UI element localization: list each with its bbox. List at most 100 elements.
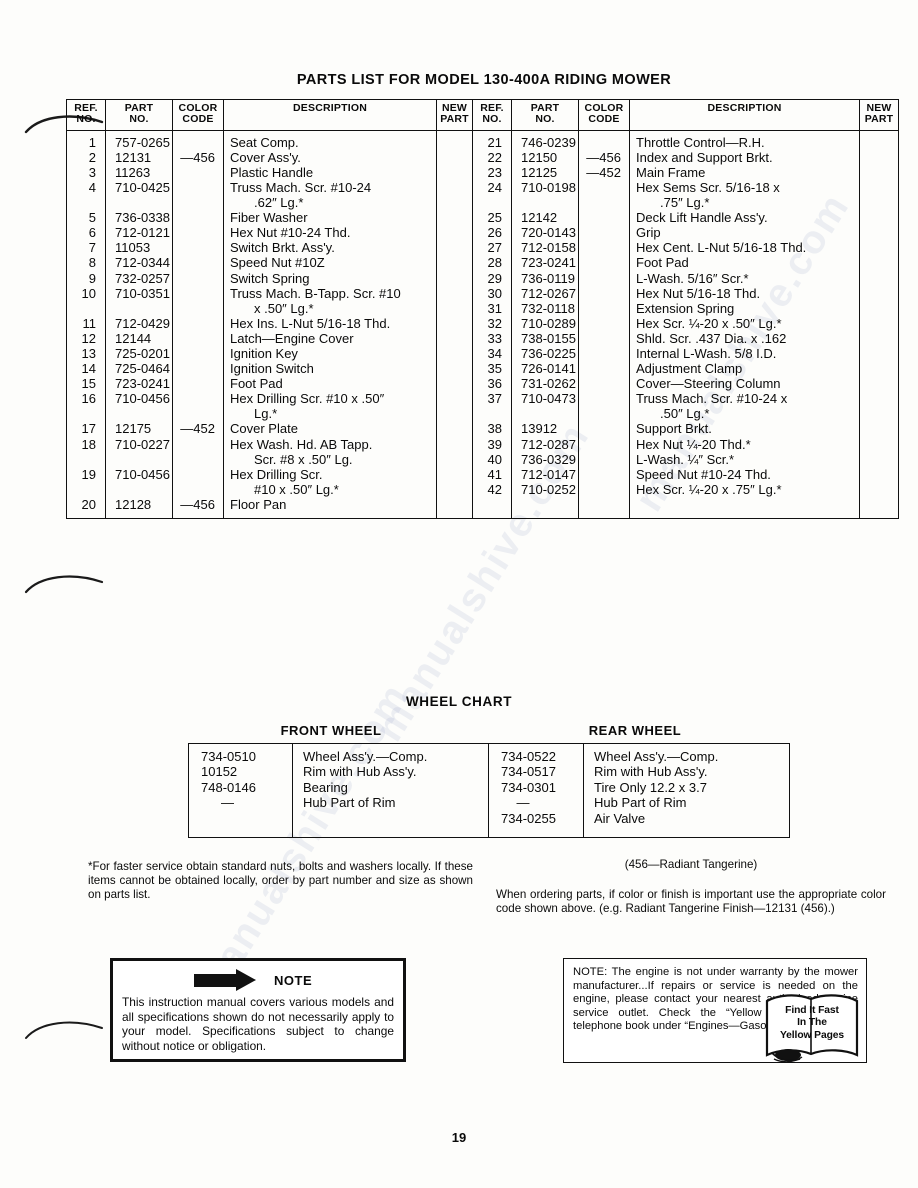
table-cell [437,165,472,180]
table-cell [173,301,223,316]
table-cell: 21 [487,134,502,150]
table-cell [579,271,629,286]
table-cell [106,452,172,467]
table-cell [579,301,629,316]
table-cell: 725-0201 [115,345,170,361]
table-cell: 710-0351 [115,285,170,301]
table-cell: Seat Comp. [230,134,299,150]
table-cell: Hex Nut #10-24 Thd. [230,225,351,241]
table-cell: 42 [487,481,502,497]
table-cell [473,406,511,421]
table-cell: Scr. #8 x .50″ Lg. [254,451,353,467]
yellow-pages-book-icon: Find It Fast In The Yellow Pages [764,993,860,1065]
cells-newpart-right [859,129,899,520]
front-wheel-part-numbers: 734-0510 10152 748-0146— [188,743,293,838]
table-cell: 710-0425 [115,179,170,195]
table-cell [579,331,629,346]
wheel-part-description: Rim with Hub Ass'y. [594,764,708,780]
table-cell: 712-0267 [521,285,576,301]
table-cell [173,135,223,150]
table-cell: 12128 [115,496,152,512]
table-cell [437,135,472,150]
table-cell [512,195,578,210]
note-label: NOTE [274,972,313,988]
note-box-header: NOTE [122,967,394,993]
table-cell: 710-0227 [115,436,170,452]
table-cell [437,467,472,482]
table-cell: #10 x .50″ Lg.* [254,481,339,497]
col-header-description-right: DESCRIPTION [629,99,860,131]
table-cell: 31 [487,300,502,316]
cells-desc-left: Seat Comp. Cover Ass'y. Plastic Handle Trus… [223,129,437,520]
table-cell: 736-0119 [521,270,575,286]
table-cell: —456 [180,496,215,512]
table-cell [860,376,898,391]
table-cell: 746-0239 [521,134,576,150]
table-cell: 712-0121 [115,225,170,241]
table-cell [579,240,629,255]
col-header-ref-no-left: REF. NO. [66,99,106,131]
wheel-part-number: 748-0146 [201,779,256,795]
table-cell: x .50″ Lg.* [254,300,314,316]
table-cell [437,150,472,165]
table-cell [437,301,472,316]
asterisk-footnote: *For faster service obtain standard nuts… [88,860,473,902]
table-cell: 710-0456 [115,466,170,482]
table-cell [860,240,898,255]
table-cell: 726-0141 [521,361,576,377]
table-cell [437,286,472,301]
table-cell: 12144 [115,330,152,346]
table-cell [579,421,629,436]
cells-part-right: 746-0239 12150 12125 710-0198 12142 720-0143… [511,129,579,520]
table-cell: L-Wash. ¼″ Scr.* [636,451,735,467]
table-cell [106,406,172,421]
table-cell [173,482,223,497]
wheel-table-row: 734-0510 10152 748-0146— Wheel Ass'y.—Comp… [188,743,790,838]
table-cell: Cover Plate [230,421,298,437]
table-cell [860,421,898,436]
table-cell: 16 [81,391,96,407]
table-cell: Lg.* [254,406,278,422]
table-cell [106,195,172,210]
table-cell [860,165,898,180]
table-cell [173,406,223,421]
table-cell: Switch Spring [230,270,310,286]
rear-wheel-descriptions: Wheel Ass'y.—Comp. Rim with Hub Ass'y. Tir… [583,743,790,838]
table-cell: .50″ Lg.* [660,406,710,422]
cells-color-left: —456 —452 —456 [172,129,224,520]
table-cell [437,210,472,225]
table-cell [860,180,898,195]
table-cell [173,331,223,346]
table-cell: 3 [88,164,96,180]
note-body-text: This instruction manual covers various m… [122,995,394,1053]
table-cell [860,135,898,150]
table-cell: Support Brkt. [636,421,712,437]
cells-ref-right: 21 22 23 24 25 26 27 28 29 30 31 32 33 34 35 36 37 38 39… [472,129,512,520]
table-cell: Hex Nut 5/16-18 Thd. [636,285,761,301]
table-cell [437,361,472,376]
table-cell: Hex Sems Scr. 5/16-18 x [636,179,780,195]
table-cell: 32 [487,315,502,331]
table-cell: 732-0118 [521,300,575,316]
table-cell: 731-0262 [521,376,576,392]
table-cell [173,240,223,255]
table-cell [860,437,898,452]
wheel-chart-table: 734-0510 10152 748-0146— Wheel Ass'y.—Comp… [188,743,790,838]
table-cell: 710-0252 [521,481,576,497]
wheel-part-description: Wheel Ass'y.—Comp. [594,749,719,764]
table-cell: 40 [487,451,502,467]
table-cell: Shld. Scr. .437 Dia. x .162 [636,330,787,346]
table-cell [437,376,472,391]
table-cell [437,482,472,497]
table-cell [860,467,898,482]
table-cell: 12125 [521,164,558,180]
table-cell: 712-0158 [521,240,576,256]
table-cell: 28 [487,255,502,271]
table-cell: 12 [81,330,96,346]
scan-edge-artifact [24,575,104,594]
table-cell: 24 [487,179,502,195]
table-cell: 34 [487,345,502,361]
table-cell: 30 [487,285,502,301]
table-cell: Plastic Handle [230,164,314,180]
table-cell [579,467,629,482]
